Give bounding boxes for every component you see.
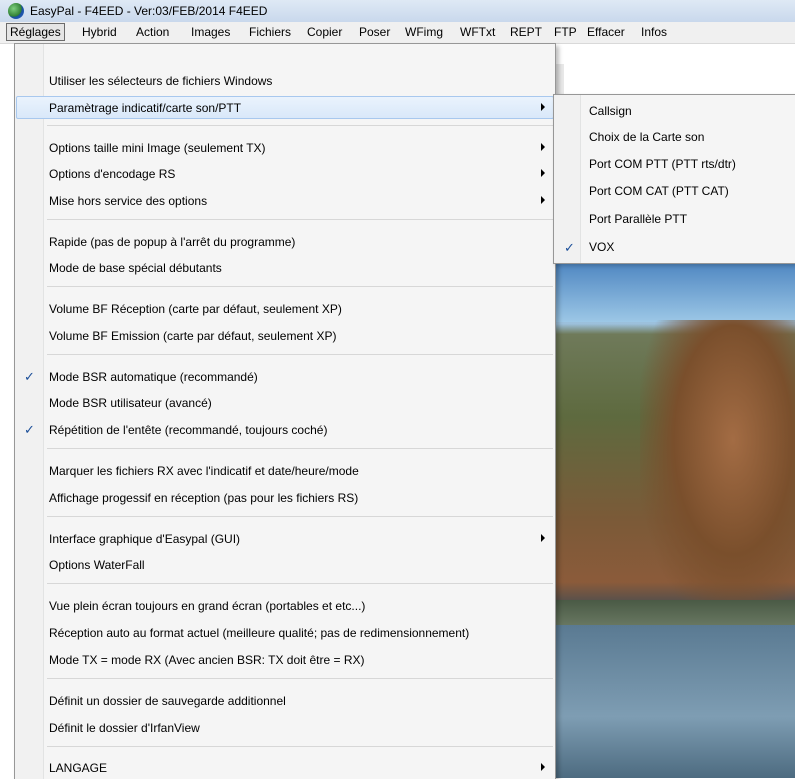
menu-item-label: Paramètrage indicatif/carte son/PTT bbox=[49, 101, 242, 115]
menu-item-label: Callsign bbox=[589, 104, 632, 118]
menu-item-dossier-sauvegarde[interactable]: Définit un dossier de sauvegarde additio… bbox=[17, 690, 553, 712]
menu-item-reception-auto[interactable]: Réception auto au format actuel (meilleu… bbox=[17, 622, 553, 644]
menu-item-plein-ecran[interactable]: Vue plein écran toujours en grand écran … bbox=[17, 595, 553, 617]
separator bbox=[47, 125, 553, 126]
menu-item-langage[interactable]: LANGAGE bbox=[17, 757, 553, 779]
separator bbox=[47, 286, 553, 287]
menu-item-taille-mini[interactable]: Options taille mini Image (seulement TX) bbox=[17, 137, 553, 159]
menu-item-encodage-rs[interactable]: Options d'encodage RS bbox=[17, 163, 553, 185]
submenu-item-vox[interactable]: ✓ VOX bbox=[556, 235, 795, 259]
menu-item-mode-tx-rx[interactable]: Mode TX = mode RX (Avec ancien BSR: TX d… bbox=[17, 649, 553, 671]
menu-item-label: Interface graphique d'Easypal (GUI) bbox=[49, 532, 241, 546]
menu-item-label: Options taille mini Image (seulement TX) bbox=[49, 141, 266, 155]
menu-item-label: Choix de la Carte son bbox=[589, 130, 705, 144]
menu-item-volume-reception[interactable]: Volume BF Réception (carte par défaut, s… bbox=[17, 298, 553, 320]
submenu-item-com-ptt[interactable]: Port COM PTT (PTT rts/dtr) bbox=[556, 152, 795, 176]
menu-infos[interactable]: Infos bbox=[638, 24, 670, 40]
menu-item-bsr-auto[interactable]: ✓ Mode BSR automatique (recommandé) bbox=[17, 366, 553, 388]
menu-item-label: Options d'encodage RS bbox=[49, 167, 176, 181]
menu-item-label: Options WaterFall bbox=[49, 558, 145, 572]
check-icon: ✓ bbox=[564, 240, 575, 255]
menu-hybrid[interactable]: Hybrid bbox=[79, 24, 120, 40]
menu-item-label: Mode TX = mode RX (Avec ancien BSR: TX d… bbox=[49, 653, 365, 667]
submenu-arrow-icon bbox=[541, 169, 545, 177]
submenu-item-callsign[interactable]: Callsign bbox=[556, 99, 795, 123]
menu-item-bsr-utilisateur[interactable]: Mode BSR utilisateur (avancé) bbox=[17, 392, 553, 414]
separator bbox=[47, 678, 553, 679]
menu-item-label: Volume BF Emission (carte par défaut, se… bbox=[49, 329, 337, 343]
parametrage-submenu: Callsign Choix de la Carte son Port COM … bbox=[553, 94, 795, 264]
menu-item-label: Port Parallèle PTT bbox=[589, 212, 688, 226]
separator bbox=[47, 354, 553, 355]
submenu-item-com-cat[interactable]: Port COM CAT (PTT CAT) bbox=[556, 179, 795, 203]
menu-item-marquer-rx[interactable]: Marquer les fichiers RX avec l'indicatif… bbox=[17, 460, 553, 482]
menu-fichiers[interactable]: Fichiers bbox=[246, 24, 294, 40]
menu-item-label: Volume BF Réception (carte par défaut, s… bbox=[49, 302, 342, 316]
menu-wftxt[interactable]: WFTxt bbox=[457, 24, 498, 40]
submenu-arrow-icon bbox=[541, 534, 545, 542]
separator bbox=[47, 583, 553, 584]
menu-item-label: Port COM CAT (PTT CAT) bbox=[589, 184, 729, 198]
check-icon: ✓ bbox=[24, 369, 35, 384]
check-icon: ✓ bbox=[24, 422, 35, 437]
menu-item-label: Définit le dossier d'IrfanView bbox=[49, 721, 200, 735]
menu-copier[interactable]: Copier bbox=[304, 24, 345, 40]
menu-item-label: Affichage progessif en réception (pas po… bbox=[49, 491, 359, 505]
menu-images[interactable]: Images bbox=[188, 24, 233, 40]
menu-item-waterfall[interactable]: Options WaterFall bbox=[17, 554, 553, 576]
menu-item-label: Port COM PTT (PTT rts/dtr) bbox=[589, 157, 736, 171]
submenu-item-parallele-ptt[interactable]: Port Parallèle PTT bbox=[556, 207, 795, 231]
menu-item-label: Mode BSR automatique (recommandé) bbox=[49, 370, 258, 384]
photo-water bbox=[553, 625, 795, 778]
separator bbox=[47, 516, 553, 517]
menu-reglages[interactable]: Réglages bbox=[6, 23, 65, 41]
photo-sky bbox=[553, 262, 795, 322]
window-title: EasyPal - F4EED - Ver:03/FEB/2014 F4EED bbox=[30, 4, 268, 18]
menu-effacer[interactable]: Effacer bbox=[584, 24, 628, 40]
menu-rept[interactable]: REPT bbox=[507, 24, 545, 40]
separator bbox=[47, 746, 553, 747]
menu-item-label: Répétition de l'entête (recommandé, touj… bbox=[49, 423, 328, 437]
menu-item-label: Utiliser les sélecteurs de fichiers Wind… bbox=[49, 74, 273, 88]
submenu-item-carte-son[interactable]: Choix de la Carte son bbox=[556, 125, 795, 149]
menu-item-label: Mode de base spécial débutants bbox=[49, 261, 222, 275]
menu-item-label: Marquer les fichiers RX avec l'indicatif… bbox=[49, 464, 359, 478]
menu-item-label: Définit un dossier de sauvegarde additio… bbox=[49, 694, 286, 708]
menu-item-debutants[interactable]: Mode de base spécial débutants bbox=[17, 257, 553, 279]
menu-ftp[interactable]: FTP bbox=[551, 24, 580, 40]
submenu-arrow-icon bbox=[541, 143, 545, 151]
menu-item-volume-emission[interactable]: Volume BF Emission (carte par défaut, se… bbox=[17, 325, 553, 347]
menu-item-gui[interactable]: Interface graphique d'Easypal (GUI) bbox=[17, 528, 553, 550]
menu-item-label: Mode BSR utilisateur (avancé) bbox=[49, 396, 212, 410]
menu-item-label: Vue plein écran toujours en grand écran … bbox=[49, 599, 366, 613]
menu-item-rapide[interactable]: Rapide (pas de popup à l'arrêt du progra… bbox=[17, 231, 553, 253]
photo-cliff bbox=[640, 320, 795, 620]
separator bbox=[47, 219, 553, 220]
menu-item-repetition-entete[interactable]: ✓ Répétition de l'entête (recommandé, to… bbox=[17, 419, 553, 441]
menu-bar: Réglages Hybrid Action Images Fichiers C… bbox=[0, 22, 795, 44]
separator bbox=[47, 448, 553, 449]
submenu-arrow-icon bbox=[541, 196, 545, 204]
menu-action[interactable]: Action bbox=[133, 24, 172, 40]
reglages-menu: Utiliser les sélecteurs de fichiers Wind… bbox=[14, 43, 556, 779]
menu-item-hors-service[interactable]: Mise hors service des options bbox=[17, 190, 553, 212]
menu-poser[interactable]: Poser bbox=[356, 24, 393, 40]
menu-wfimg[interactable]: WFimg bbox=[402, 24, 446, 40]
globe-icon bbox=[8, 3, 24, 19]
menu-item-label: Mise hors service des options bbox=[49, 194, 208, 208]
menu-item-selecteurs[interactable]: Utiliser les sélecteurs de fichiers Wind… bbox=[17, 70, 553, 92]
submenu-arrow-icon bbox=[541, 103, 545, 111]
menu-item-affichage-progressif[interactable]: Affichage progessif en réception (pas po… bbox=[17, 487, 553, 509]
menu-item-label: VOX bbox=[589, 240, 615, 254]
menu-item-label: Réception auto au format actuel (meilleu… bbox=[49, 626, 470, 640]
title-bar: EasyPal - F4EED - Ver:03/FEB/2014 F4EED bbox=[0, 0, 795, 23]
menu-item-label: LANGAGE bbox=[49, 761, 108, 775]
menu-item-label: Rapide (pas de popup à l'arrêt du progra… bbox=[49, 235, 296, 249]
menu-item-parametrage[interactable]: Paramètrage indicatif/carte son/PTT bbox=[16, 96, 554, 119]
menu-item-dossier-irfanview[interactable]: Définit le dossier d'IrfanView bbox=[17, 717, 553, 739]
submenu-arrow-icon bbox=[541, 763, 545, 771]
